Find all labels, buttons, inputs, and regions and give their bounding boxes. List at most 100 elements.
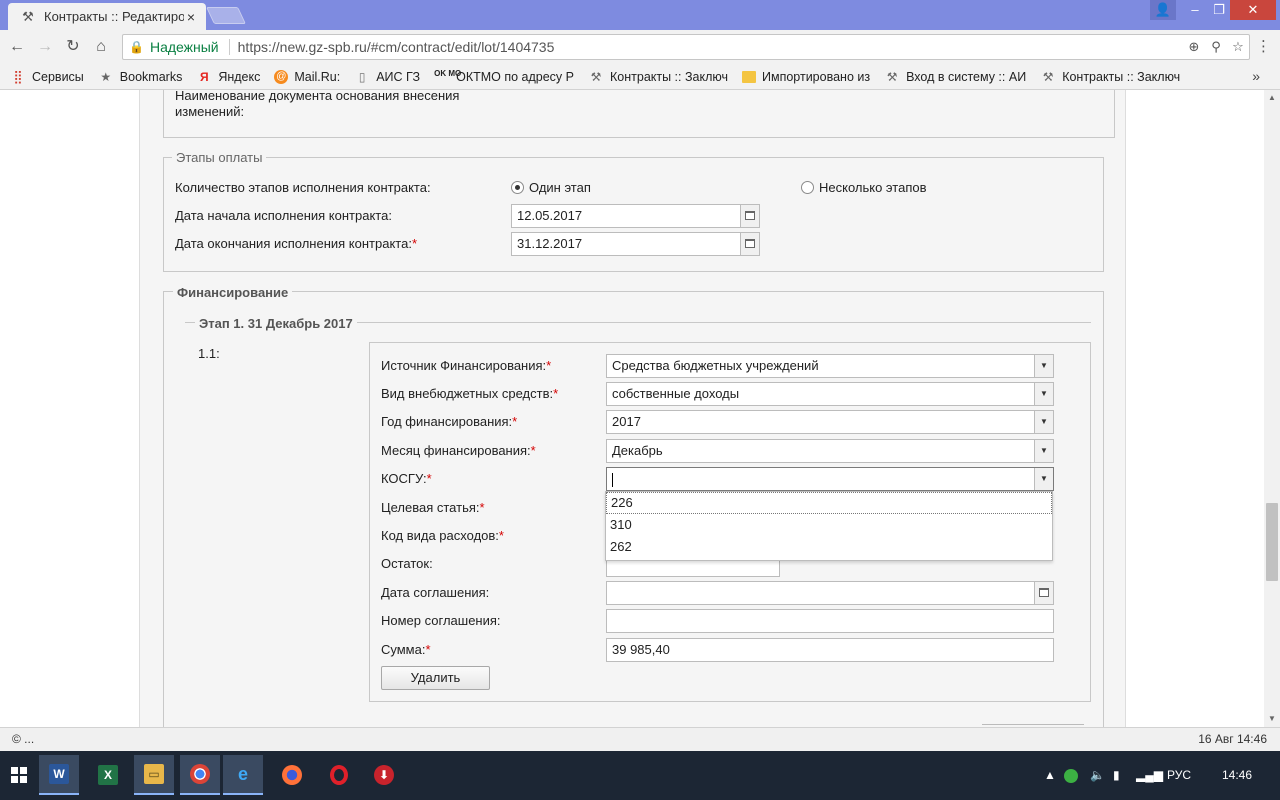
bookmark-item[interactable]: Импортировано из	[742, 70, 870, 84]
browser-tab[interactable]: ⚒ Контракты :: Редактиров ×	[8, 3, 206, 30]
language-indicator[interactable]: РУС	[1167, 751, 1191, 800]
calendar-icon[interactable]	[740, 205, 759, 227]
chevron-down-icon[interactable]: ▼	[1034, 355, 1053, 377]
scroll-down-icon[interactable]: ▼	[1264, 711, 1280, 727]
stages-count-label: Количество этапов исполнения контракта:	[175, 180, 431, 195]
required-mark: *	[553, 386, 559, 401]
calendar-icon[interactable]	[740, 233, 759, 255]
sum-label: Сумма:*	[381, 642, 431, 657]
bookmark-item[interactable]: ⣿ Сервисы	[10, 68, 84, 84]
windows-start-icon[interactable]	[0, 755, 38, 795]
kosgu-option[interactable]: 262	[606, 536, 1052, 558]
many-stages-label[interactable]: Несколько этапов	[819, 180, 927, 195]
reload-icon[interactable]: ↻	[62, 36, 84, 58]
chevron-down-icon[interactable]: ▼	[1034, 411, 1053, 433]
scroll-up-icon[interactable]: ▲	[1264, 90, 1280, 106]
volume-icon[interactable]: 🔈	[1090, 751, 1105, 800]
required-mark: *	[411, 236, 418, 251]
bookmark-item[interactable]: ▯ АИС ГЗ	[354, 70, 420, 84]
tab-close-icon[interactable]: ×	[184, 9, 198, 25]
radio-many-stages[interactable]	[801, 181, 814, 194]
firefox-icon[interactable]	[272, 755, 312, 795]
end-date-value: 31.12.2017	[517, 236, 583, 251]
year-select[interactable]: 2017 ▼	[606, 410, 1054, 434]
browser-toolbar: ← → ↻ ⌂ 🔒 Надежный https://new.gz-spb.ru…	[0, 30, 1280, 64]
source-select[interactable]: Средства бюджетных учреждений ▼	[606, 354, 1054, 378]
file-explorer-icon[interactable]: ▭	[134, 755, 174, 795]
home-icon[interactable]: ⌂	[90, 36, 112, 58]
user-profile-icon[interactable]: 👤	[1150, 0, 1176, 20]
calendar-icon[interactable]	[1034, 582, 1053, 604]
excel-icon[interactable]: X	[88, 755, 128, 795]
battery-icon[interactable]: ▮	[1113, 751, 1120, 800]
zoom-icon[interactable]: ⊕	[1183, 39, 1205, 55]
radio-one-stage[interactable]	[511, 181, 524, 194]
sum-field[interactable]: 39 985,40	[606, 638, 1054, 662]
bookmark-label: Вход в систему :: АИ	[906, 69, 1027, 84]
bookmark-item[interactable]: ⚒ Контракты :: Заключ	[1040, 70, 1180, 84]
bookmark-item[interactable]: ⚒ Вход в систему :: АИ	[884, 70, 1026, 84]
lock-icon: 🔒	[129, 40, 144, 54]
bookmark-star-icon[interactable]: ☆	[1227, 39, 1249, 55]
kosgu-option[interactable]: 226	[606, 492, 1052, 514]
agreement-date-field[interactable]	[606, 581, 1054, 605]
item-number: 1.1:	[198, 346, 220, 361]
scroll-thumb[interactable]	[1266, 503, 1278, 581]
bookmark-item[interactable]: OK MO ОКТМО по адресу Р	[434, 69, 574, 84]
required-mark: *	[425, 642, 431, 657]
close-window-button[interactable]: ✕	[1230, 0, 1276, 20]
required-mark: *	[498, 528, 504, 543]
menu-icon[interactable]: ⋮	[1256, 39, 1271, 55]
source-label-text: Источник Финансирования:	[381, 358, 547, 373]
apps-icon: ⣿	[13, 68, 23, 84]
agreement-number-field[interactable]	[606, 609, 1054, 633]
delete-button[interactable]: Удалить	[381, 666, 490, 690]
new-tab-button[interactable]	[206, 7, 246, 24]
url-text[interactable]: https://new.gz-spb.ru/#cm/contract/edit/…	[238, 39, 1183, 55]
kosgu-option[interactable]: 310	[606, 514, 1052, 536]
forward-arrow-icon[interactable]: →	[34, 36, 56, 58]
start-date-field[interactable]: 12.05.2017	[511, 204, 760, 228]
target-article-label: Целевая статья:*	[381, 500, 485, 515]
bookmark-label: АИС ГЗ	[376, 69, 421, 84]
bookmark-label: Контракты :: Заключ	[1062, 69, 1181, 84]
word-icon[interactable]: W	[39, 755, 79, 795]
expense-code-label: Код вида расходов:*	[381, 528, 504, 543]
chevron-down-icon[interactable]: ▼	[1034, 468, 1053, 490]
tray-arrow-icon[interactable]: ▲	[1044, 751, 1056, 800]
internet-explorer-icon[interactable]: e	[223, 755, 263, 795]
month-label-text: Месяц финансирования:	[381, 443, 531, 458]
opera-icon[interactable]	[319, 755, 359, 795]
extension-icon[interactable]: ⚲	[1205, 39, 1227, 55]
bookmark-label: Bookmarks	[119, 69, 183, 84]
chevron-down-icon[interactable]: ▼	[1034, 383, 1053, 405]
clock[interactable]: 14:46	[1222, 751, 1252, 800]
bookmark-item[interactable]: ★ Bookmarks	[98, 69, 183, 84]
chevron-down-icon[interactable]: ▼	[1034, 440, 1053, 462]
page-viewport: Наименование документа основания внесени…	[0, 90, 1264, 727]
payment-stages-legend: Этапы оплаты	[172, 150, 267, 165]
more-bookmarks-icon[interactable]: »	[1252, 68, 1260, 84]
kosgu-combobox[interactable]: ▼	[606, 467, 1054, 491]
one-stage-label[interactable]: Один этап	[529, 180, 591, 195]
download-manager-icon[interactable]: ⬇	[364, 755, 404, 795]
extra-funds-select[interactable]: собственные доходы ▼	[606, 382, 1054, 406]
page-scrollbar[interactable]: ▲ ▼	[1264, 90, 1280, 727]
tray-app-icon[interactable]	[1064, 751, 1078, 800]
back-arrow-icon[interactable]: ←	[6, 36, 28, 58]
address-bar[interactable]: 🔒 Надежный https://new.gz-spb.ru/#cm/con…	[122, 34, 1250, 60]
bookmark-item[interactable]: @ Mail.Ru:	[274, 69, 340, 84]
bookmarks-bar: ⣿ Сервисы ★ Bookmarks Я Яндекс @ Mail.Ru: ▯ АИС Г…	[0, 64, 1280, 90]
bookmark-item[interactable]: Я Яндекс	[196, 70, 260, 84]
bookmark-item[interactable]: ⚒ Контракты :: Заключ	[588, 70, 728, 84]
end-date-field[interactable]: 31.12.2017	[511, 232, 760, 256]
network-icon[interactable]: ▂▄▆	[1136, 751, 1163, 800]
start-date-value: 12.05.2017	[517, 208, 583, 223]
month-select[interactable]: Декабрь ▼	[606, 439, 1054, 463]
end-date-label-text: Дата окончания исполнения контракта:	[175, 236, 412, 251]
document-icon: ▯	[358, 69, 366, 84]
extra-funds-value: собственные доходы	[612, 386, 740, 401]
chrome-icon[interactable]	[180, 755, 220, 795]
agreement-number-label: Номер соглашения:	[381, 613, 501, 628]
sum-value: 39 985,40	[612, 642, 670, 657]
